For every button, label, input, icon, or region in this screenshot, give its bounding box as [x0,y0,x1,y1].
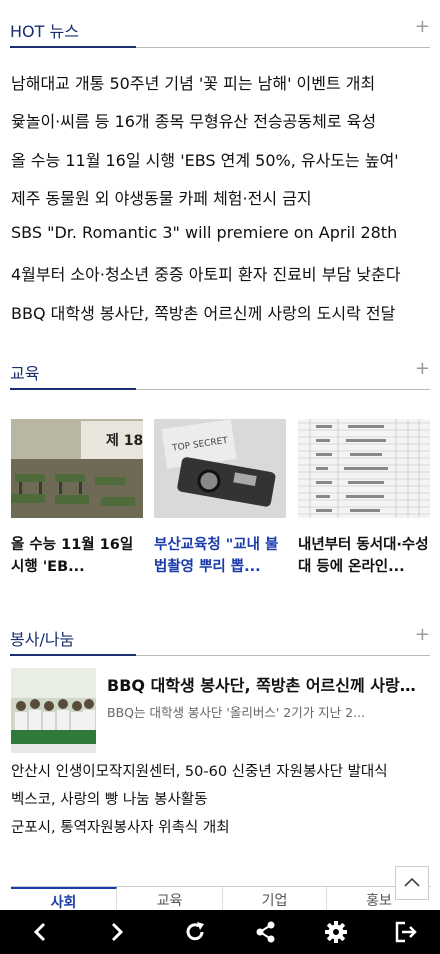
back-button[interactable] [15,910,65,954]
refresh-button[interactable] [170,910,220,954]
hidden-camera-photo: TOP SECRET [154,419,286,518]
volunteer-title: 봉사/나눔 [10,630,75,649]
education-more-button[interactable]: + [415,358,430,379]
hot-news-header: HOT 뉴스 + [10,16,430,48]
settings-icon [325,921,347,943]
education-card-caption: 부산교육청 "교내 불법촬영 뿌리 뽑... [154,537,279,575]
volunteer-header: 봉사/나눔 + [10,624,430,656]
education-header: 교육 + [10,358,430,390]
classroom-sign-text: 제 18 시 [106,433,143,449]
hot-news-item[interactable]: 올 수능 11월 16일 시행 'EBS 연계 50%, 유사도는 높여' [11,147,431,185]
settings-button[interactable] [310,910,360,954]
section-accent-line [10,46,136,48]
education-card[interactable]: 제 18 시 올 수능 11월 16일 시행 'EB... [11,419,143,578]
chevron-up-icon [404,877,420,887]
volunteer-feature-summary: BBQ는 대학생 봉사단 '올리버스' 2기가 지난 2... [107,705,366,720]
volunteer-news-item[interactable]: 벡스코, 사랑의 빵 나눔 봉사활동 [11,788,431,816]
volunteer-feature-article[interactable]: BBQ 대학생 봉사단, 쪽방촌 어르신께 사랑의 도시락 전달 BBQ는 대학… [11,668,431,754]
volunteer-group-photo [11,668,96,753]
refresh-icon [186,922,204,941]
bottom-navigation-bar [0,910,440,954]
exit-button[interactable] [380,910,430,954]
hot-news-item[interactable]: 4월부터 소아·청소년 중증 아토피 환자 진료비 부담 낮춘다 [11,261,431,299]
hot-news-more-button[interactable]: + [415,16,430,37]
category-tabs: 사회 교육 기업 홍보 [11,886,431,913]
volunteer-feature-headline: BBQ 대학생 봉사단, 쪽방촌 어르신께 사랑의 도시락 전달 [107,676,427,695]
section-accent-line [10,388,136,390]
education-card[interactable]: 내년부터 동서대·수성대 등에 온라인... [298,419,430,578]
education-card-caption: 올 수능 11월 16일 시행 'EB... [11,537,134,575]
hot-news-item[interactable]: SBS "Dr. Romantic 3" will premiere on Ap… [11,223,431,261]
volunteer-news-item[interactable]: 군포시, 통역자원봉사자 위촉식 개최 [11,816,431,844]
back-icon [33,922,46,942]
hot-news-item[interactable]: 윷놀이·씨름 등 16개 종목 무형유산 전승공동체로 육성 [11,108,431,146]
document-table-photo [298,419,430,518]
classroom-photo: 제 18 시 [11,419,143,518]
hot-news-item[interactable]: 제주 동물원 외 야생동물 카페 체험·전시 금지 [11,185,431,223]
section-accent-line [10,654,136,656]
share-button[interactable] [240,910,290,954]
education-cards: 제 18 시 올 수능 11월 16일 시행 'EB... TOP SECRET [11,419,431,579]
share-icon [256,921,275,943]
volunteer-more-button[interactable]: + [415,624,430,645]
education-card[interactable]: TOP SECRET 부산교육청 "교내 불법촬영 뿌리 뽑... [154,419,286,578]
hot-news-list: 남해대교 개통 50주년 기념 '꽃 피는 남해' 이벤트 개최 윷놀이·씨름 … [11,70,431,338]
exit-icon [395,921,417,943]
education-card-caption: 내년부터 동서대·수성대 등에 온라인... [298,537,429,575]
education-title: 교육 [10,364,40,383]
hot-news-title: HOT 뉴스 [10,22,79,41]
volunteer-news-list: 안산시 인생이모작지원센터, 50-60 신중년 자원봉사단 발대식 벡스코, … [11,760,431,844]
scroll-to-top-button[interactable] [395,866,429,900]
hot-news-item[interactable]: BBQ 대학생 봉사단, 쪽방촌 어르신께 사랑의 도시락 전달 [11,300,431,338]
hot-news-item[interactable]: 남해대교 개통 50주년 기념 '꽃 피는 남해' 이벤트 개최 [11,70,431,108]
forward-icon [111,922,124,942]
volunteer-news-item[interactable]: 안산시 인생이모작지원센터, 50-60 신중년 자원봉사단 발대식 [11,760,431,788]
forward-button[interactable] [92,910,142,954]
